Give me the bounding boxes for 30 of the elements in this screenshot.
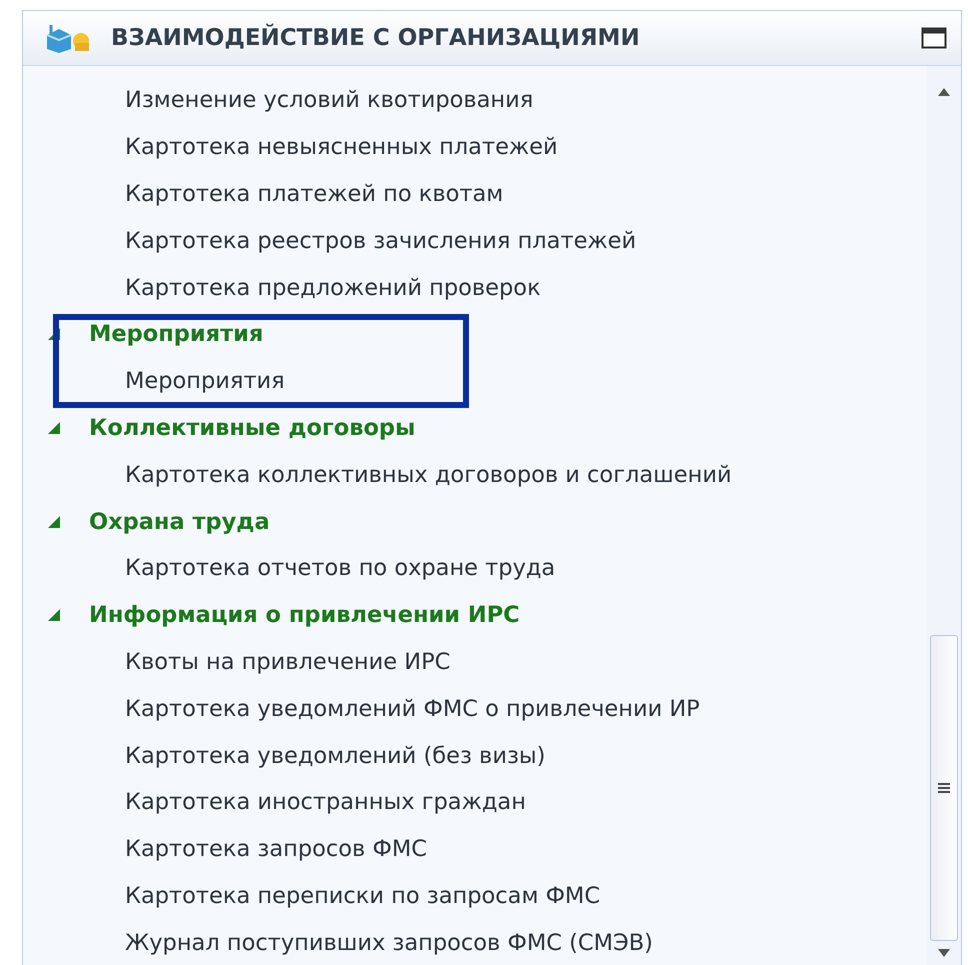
menu-item[interactable]: Мероприятия [23, 358, 285, 405]
menu-item[interactable]: Картотека платежей по квотам [23, 170, 504, 218]
menu-item[interactable]: Картотека реестров зачисления платежей [23, 217, 636, 264]
menu-item[interactable]: Картотека отчетов по охране труда [23, 544, 556, 592]
group-title[interactable]: Мероприятия [89, 321, 264, 348]
menu-item[interactable]: Картотека запросов ФМС [23, 826, 427, 873]
box-and-key-icon [45, 23, 91, 53]
expand-arrow-icon[interactable] [47, 514, 61, 529]
group-title[interactable]: Информация о привлечении ИРС [89, 602, 520, 628]
menu-item[interactable]: Картотека коллективных договоров и соглашений [23, 451, 732, 498]
expand-arrow-icon[interactable] [47, 608, 61, 622]
scroll-thumb[interactable] [930, 635, 958, 941]
menu-item[interactable]: Квоты на привлечение ИРС [23, 638, 450, 686]
menu-item[interactable]: Картотека уведомлений (без визы) [23, 732, 546, 779]
menu-item[interactable]: Картотека уведомлений ФМС о привлечении ИР [23, 685, 700, 732]
menu-item[interactable]: Картотека невыясненных платежей [23, 124, 558, 171]
panel-title: ВЗАИМОДЕЙСТВИЕ С ОРГАНИЗАЦИЯМИ [111, 25, 641, 51]
menu-item[interactable]: Журнал поступивших запросов ФМС (СМЭВ) [23, 919, 653, 965]
menu-item[interactable]: Картотека переписки по запросам ФМС [23, 872, 600, 920]
menu-item[interactable]: Изменение условий квотирования [23, 77, 534, 124]
scroll-down-icon[interactable] [938, 949, 950, 957]
group-title[interactable]: Коллективные договоры [89, 414, 416, 441]
expand-arrow-icon[interactable] [47, 420, 61, 435]
maximize-icon[interactable] [921, 27, 947, 49]
scroll-up-icon[interactable] [938, 88, 950, 96]
grip-icon [938, 783, 950, 793]
menu-item[interactable]: Картотека предложений проверок [23, 264, 541, 311]
menu-item[interactable]: Картотека иностранных граждан [23, 778, 526, 826]
scrollbar[interactable] [927, 66, 961, 965]
group-title[interactable]: Охрана труда [89, 508, 270, 535]
